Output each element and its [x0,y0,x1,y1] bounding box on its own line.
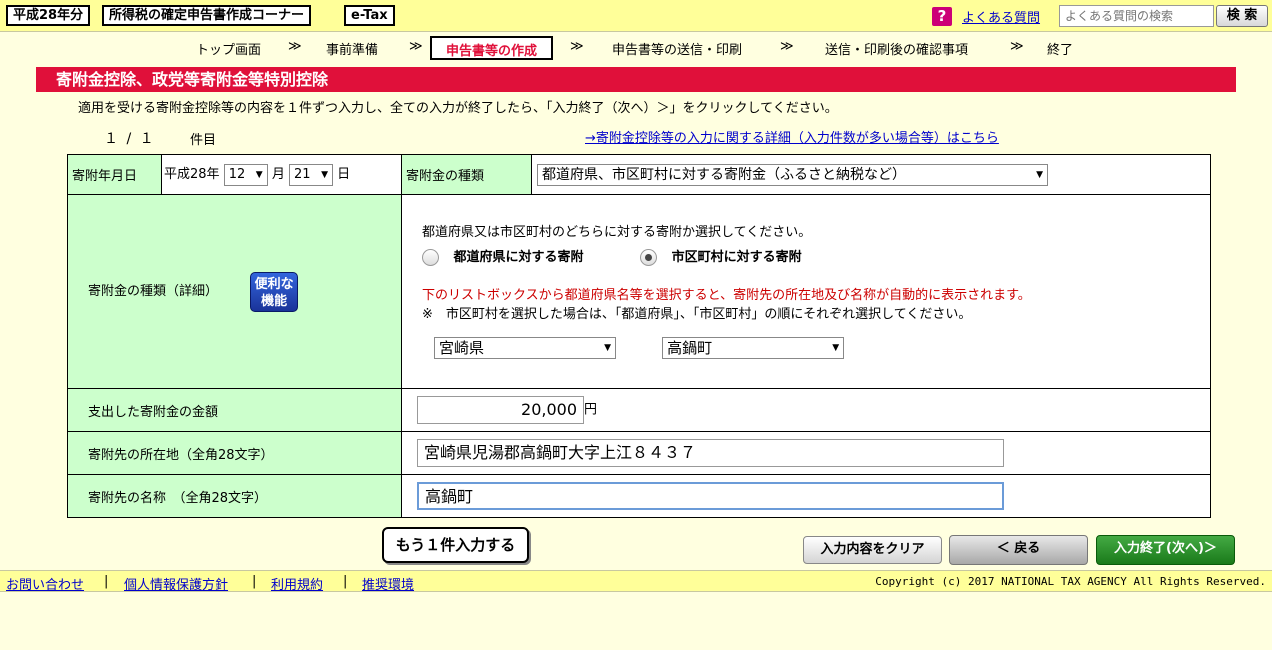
step-separator: ≫ [409,39,423,54]
day-unit: 日 [337,167,351,183]
tax-year-badge: 平成28年分 [6,5,91,26]
amount-label: 支出した寄附金の金額 [67,388,402,432]
donation-form: 寄附年月日 平成28年 12 ▼ 月 21 ▼ 日 寄附金の種類 都道府県、市区町村… [67,154,1211,518]
dropdown-arrow-icon: ▼ [321,169,328,180]
entry-count-unit: 件目 [190,133,217,148]
add-another-button[interactable]: もう１件入力する [382,527,529,563]
footer-separator: | [343,574,348,589]
name-input[interactable]: 高鍋町 [417,482,1004,510]
prefecture-select[interactable]: 宮崎県 ▼ [434,337,616,359]
name-label: 寄附先の名称 （全角28文字） [67,474,402,518]
clear-button[interactable]: 入力内容をクリア [803,536,942,564]
donation-type-select[interactable]: 都道府県、市区町村に対する寄附金（ふるさと納税など） ▼ [537,163,1048,186]
month-unit: 月 [271,167,285,183]
step-send-print: 申告書等の送信・印刷 [612,43,743,58]
location-selects: 宮崎県 ▼ 高鍋町 ▼ [434,337,1210,359]
donation-type-value: 都道府県、市区町村に対する寄附金（ふるさと納税など） [542,166,906,183]
name-cell: 高鍋町 [401,474,1211,518]
amount-unit: 円 [584,402,598,418]
radio-city-label: 市区町村に対する寄附 [671,250,802,265]
address-label: 寄附先の所在地（全角28文字） [67,431,402,475]
step-separator: ≫ [1010,39,1024,54]
back-button[interactable]: ＜ 戻る [949,535,1088,565]
step-create-active: 申告書等の作成 [430,36,554,60]
step-preparation: 事前準備 [326,43,379,58]
date-cell: 平成28年 12 ▼ 月 21 ▼ 日 [161,154,402,195]
step-confirm: 送信・印刷後の確認事項 [825,43,969,58]
step-separator: ≫ [780,39,794,54]
dropdown-arrow-icon: ▼ [255,169,263,180]
search-button[interactable]: 検 索 [1216,5,1268,27]
amount-input[interactable]: 20,000 [417,396,584,424]
benri-line1: 便利な [254,276,294,292]
amount-cell: 20,000 円 [401,388,1211,432]
radio-group: 都道府県に対する寄附 市区町村に対する寄附 [422,246,1210,266]
footer-environment-link[interactable]: 推奨環境 [362,574,414,593]
etax-badge: e-Tax [344,5,395,26]
dropdown-arrow-icon: ▼ [1036,169,1043,180]
detail-label-cell: 寄附金の種類（詳細） 便利な 機能 [67,194,402,389]
day-select[interactable]: 21 ▼ [288,163,333,186]
detail-link[interactable]: →寄附金控除等の入力に関する詳細（入力件数が多い場合等）はこちら [585,127,999,146]
benri-line2: 機能 [261,293,288,309]
finish-next-button[interactable]: 入力終了(次へ)＞ [1096,535,1235,565]
faq-link[interactable]: よくある質問 [962,7,1040,26]
step-top: トップ画面 [196,43,262,58]
city-value: 高鍋町 [667,339,713,357]
detail-cell: 都道府県又は市区町村のどちらに対する寄附か選択してください。 都道府県に対する寄… [401,194,1211,389]
era-prefix: 平成28年 [164,167,220,183]
city-select[interactable]: 高鍋町 ▼ [662,337,845,359]
footer-privacy-link[interactable]: 個人情報保護方針 [124,574,228,593]
dropdown-arrow-icon: ▼ [832,343,840,353]
prefecture-value: 宮崎県 [439,339,485,357]
date-label: 寄附年月日 [67,154,162,195]
footer-terms-link[interactable]: 利用規約 [271,574,323,593]
step-separator: ≫ [570,39,584,54]
radio-city[interactable] [640,249,658,266]
type-cell: 都道府県、市区町村に対する寄附金（ふるさと納税など） ▼ [531,154,1211,195]
detail-label: 寄附金の種類（詳細） [88,284,219,299]
footer-contact-link[interactable]: お問い合わせ [6,574,84,593]
choose-text: 都道府県又は市区町村のどちらに対する寄附か選択してください。 [422,225,812,240]
faq-search-input[interactable] [1059,5,1214,27]
autofill-note: 下のリストボックスから都道府県名等を選択すると、寄附先の所在地及び名称が自動的に… [422,288,1031,303]
address-input[interactable]: 宮崎県児湯郡高鍋町大字上江８４３７ [417,439,1004,467]
address-cell: 宮崎県児湯郡高鍋町大字上江８４３７ [401,431,1211,475]
copyright-text: Copyright (c) 2017 NATIONAL TAX AGENCY A… [875,575,1266,588]
month-select[interactable]: 12 ▼ [223,163,268,186]
footer: お問い合わせ | 個人情報保護方針 | 利用規約 | 推奨環境 Copyrigh… [0,570,1272,593]
top-bar: 平成28年分 所得税の確定申告書作成コーナー e-Tax ? よくある質問 検 … [0,0,1272,32]
footer-separator: | [252,574,257,589]
benri-function-icon[interactable]: 便利な 機能 [250,271,299,312]
question-icon[interactable]: ? [932,7,952,26]
day-value: 21 [293,166,311,182]
page-title: 寄附金控除、政党等寄附金等特別控除 [36,67,1236,92]
radio-prefecture[interactable] [422,249,439,266]
step-navigation: トップ画面 ≫ 事前準備 ≫ 申告書等の作成 ≫ 申告書等の送信・印刷 ≫ 送信… [0,36,1272,61]
entry-count: １ / １ [104,131,156,147]
radio-prefecture-label: 都道府県に対する寄附 [453,250,584,265]
type-label: 寄附金の種類 [401,154,532,195]
order-note: ※ 市区町村を選択した場合は、「都道府県」、「市区町村」の順にそれぞれ選択してく… [422,307,972,322]
step-separator: ≫ [288,39,302,54]
month-value: 12 [228,166,246,182]
instruction-text: 適用を受ける寄附金控除等の内容を１件ずつ入力し、全ての入力が終了したら、「入力終… [78,101,838,116]
step-end: 終了 [1047,43,1074,58]
footer-separator: | [104,574,109,589]
dropdown-arrow-icon: ▼ [604,343,611,353]
corner-title-badge: 所得税の確定申告書作成コーナー [102,5,312,26]
